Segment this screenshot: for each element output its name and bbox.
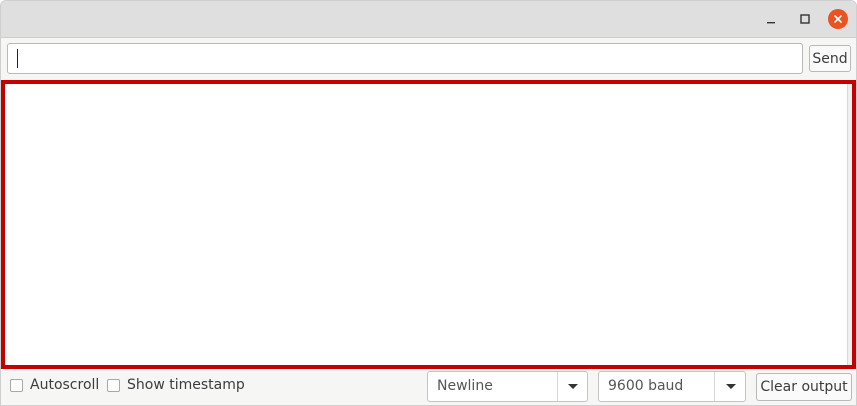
select-divider — [714, 372, 715, 401]
serial-output-area[interactable] — [1, 80, 856, 369]
close-icon — [834, 15, 842, 23]
output-text — [5, 84, 848, 365]
text-caret — [17, 49, 18, 68]
autoscroll-checkbox[interactable] — [10, 379, 23, 392]
minimize-icon — [767, 22, 775, 24]
send-button[interactable]: Send — [809, 45, 851, 72]
show-timestamp-checkbox[interactable] — [107, 379, 120, 392]
show-timestamp-label[interactable]: Show timestamp — [127, 377, 245, 393]
maximize-button[interactable] — [795, 9, 815, 29]
bottom-bar: Autoscroll Show timestamp Newline 9600 b… — [1, 369, 856, 405]
baud-rate-select[interactable]: 9600 baud — [598, 371, 746, 402]
autoscroll-label[interactable]: Autoscroll — [30, 377, 99, 393]
baud-rate-value: 9600 baud — [608, 378, 684, 394]
line-ending-value: Newline — [437, 378, 493, 394]
clear-output-button[interactable]: Clear output — [756, 373, 852, 401]
title-bar — [1, 1, 856, 38]
message-input[interactable] — [7, 43, 803, 74]
serial-monitor-window: Send Autoscroll Show timestamp Newline 9… — [0, 0, 857, 406]
chevron-down-icon — [568, 384, 578, 389]
line-ending-select[interactable]: Newline — [427, 371, 588, 402]
select-divider — [557, 372, 558, 401]
minimize-button[interactable] — [761, 9, 781, 29]
close-button[interactable] — [828, 9, 848, 29]
maximize-icon — [800, 14, 810, 24]
chevron-down-icon — [726, 384, 736, 389]
send-bar: Send — [1, 38, 856, 80]
output-scrollbar[interactable] — [847, 84, 852, 365]
